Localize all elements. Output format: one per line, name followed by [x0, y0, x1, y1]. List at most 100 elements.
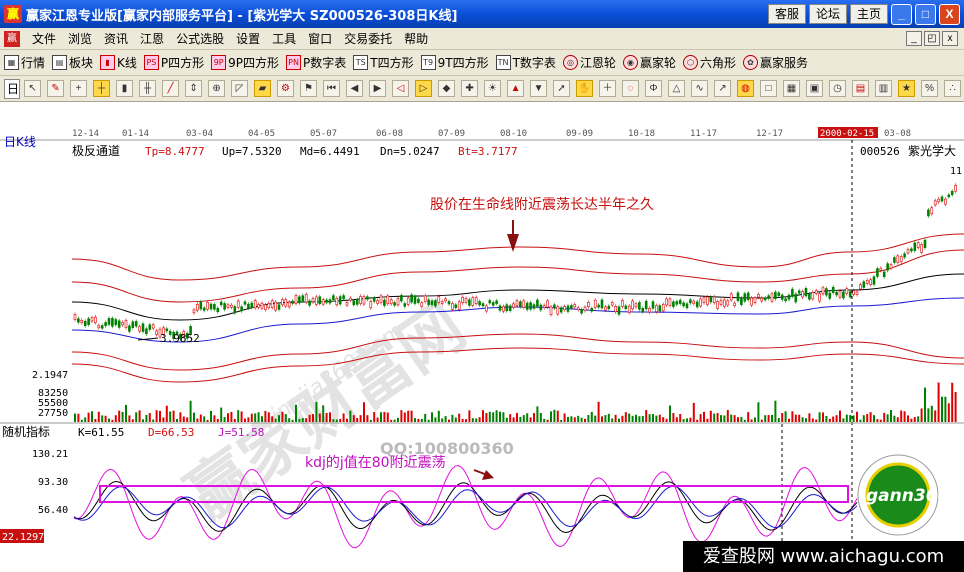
- p-table-button[interactable]: PN P数字表: [286, 54, 346, 71]
- ray-icon[interactable]: ↗: [714, 80, 732, 97]
- 9t-square-button[interactable]: T9 9T四方形: [420, 54, 489, 71]
- mark-icon[interactable]: ⚑: [300, 80, 318, 97]
- left-end-icon[interactable]: ⏮: [323, 80, 341, 97]
- volume-bar: [760, 419, 763, 422]
- winner-service-button[interactable]: ✿ 赢家服务: [742, 54, 808, 71]
- candle-body: [332, 295, 335, 300]
- 9p-square-button[interactable]: 9P 9P四方形: [211, 54, 279, 71]
- menu-help[interactable]: 帮助: [398, 30, 434, 47]
- mdi-minimize-button[interactable]: _: [906, 31, 922, 46]
- pen-icon[interactable]: ✎: [47, 80, 65, 97]
- hand-icon[interactable]: ✋: [576, 80, 594, 97]
- clock-icon[interactable]: ◷: [829, 80, 847, 97]
- volume-bar: [118, 410, 121, 422]
- menu-trade[interactable]: 交易委托: [338, 30, 398, 47]
- p-square-button[interactable]: PS P四方形: [143, 54, 204, 71]
- grid2-icon[interactable]: ▦: [783, 80, 801, 97]
- t-table-button[interactable]: TN T数字表: [495, 54, 556, 71]
- dots-icon[interactable]: ∴: [944, 80, 962, 97]
- volume-bar: [349, 410, 352, 422]
- minimize-button[interactable]: _: [891, 4, 912, 25]
- gann-wheel-button[interactable]: ◎ 江恩轮: [562, 54, 616, 71]
- back-icon[interactable]: ◀: [346, 80, 364, 97]
- wave-icon[interactable]: ∿: [691, 80, 709, 97]
- close-button[interactable]: X: [939, 4, 960, 25]
- cross2-icon[interactable]: ✚: [461, 80, 479, 97]
- candle-body: [777, 292, 781, 296]
- gear-icon[interactable]: ⚙: [277, 80, 295, 97]
- winner-wheel-button[interactable]: ◉ 赢家轮: [622, 54, 676, 71]
- diamond-icon[interactable]: ◆: [438, 80, 456, 97]
- candle-body: [359, 295, 362, 304]
- fib-icon[interactable]: Φ: [645, 80, 663, 97]
- candle-body: [716, 301, 719, 309]
- candle-body: [512, 303, 515, 308]
- customer-service-button[interactable]: 客服: [767, 4, 806, 24]
- mdi-close-button[interactable]: x: [942, 31, 958, 46]
- menu-news[interactable]: 资讯: [98, 30, 134, 47]
- volume-bar: [165, 405, 168, 422]
- table-icon[interactable]: ▥: [875, 80, 893, 97]
- kline-label: K线: [117, 56, 137, 70]
- menu-tools[interactable]: 工具: [266, 30, 302, 47]
- bar-icon[interactable]: ┼: [93, 80, 111, 97]
- menu-browse[interactable]: 浏览: [62, 30, 98, 47]
- pct-icon[interactable]: %: [921, 80, 939, 97]
- star-icon[interactable]: ★: [898, 80, 916, 97]
- menu-formula-select[interactable]: 公式选股: [170, 30, 230, 47]
- left-icon[interactable]: ◁: [392, 80, 410, 97]
- candle-body: [848, 291, 852, 298]
- chart-canvas[interactable]: 12-14 01-14 03-04 04-05 05-07 06-08 07-09 08-10…: [0, 102, 964, 572]
- tower-icon[interactable]: ╫: [139, 80, 157, 97]
- volume-bar: [369, 419, 372, 422]
- volume-bar: [240, 411, 243, 422]
- menu-gann[interactable]: 江恩: [134, 30, 170, 47]
- volume-bar: [420, 418, 423, 422]
- candle-body: [726, 300, 730, 306]
- chart-area[interactable]: 12-14 01-14 03-04 04-05 05-07 06-08 07-09 08-10…: [0, 102, 964, 572]
- down-icon[interactable]: ▼: [530, 80, 548, 97]
- blocks-icon: ▤: [52, 55, 68, 70]
- candle-body: [893, 257, 896, 263]
- candle-body: [672, 301, 675, 307]
- arrow-icon[interactable]: ➚: [553, 80, 571, 97]
- kline-button[interactable]: ▮ K线: [100, 54, 137, 71]
- forum-button[interactable]: 论坛: [808, 4, 847, 24]
- candle-body: [927, 209, 930, 217]
- candle-body: [947, 194, 951, 198]
- period-select[interactable]: 日: [4, 78, 21, 99]
- maximize-button[interactable]: □: [915, 4, 936, 25]
- sector-button[interactable]: ▤ 板块: [52, 54, 93, 71]
- up-icon[interactable]: ▲: [507, 80, 525, 97]
- cross-icon[interactable]: +: [70, 80, 88, 97]
- spiral-icon[interactable]: ◍: [737, 80, 755, 97]
- mdi-restore-button[interactable]: ◰: [924, 31, 940, 46]
- menu-file[interactable]: 文件: [26, 30, 62, 47]
- plus-icon[interactable]: ＋: [599, 80, 617, 97]
- hexagon-button[interactable]: ⬡ 六角形: [682, 54, 736, 71]
- menu-settings[interactable]: 设置: [230, 30, 266, 47]
- quotes-button[interactable]: ▦ 行情: [4, 54, 45, 71]
- line-icon[interactable]: ╱: [162, 80, 180, 97]
- volume-bar: [726, 410, 729, 422]
- calc-icon[interactable]: ▣: [806, 80, 824, 97]
- t-table-label: T数字表: [512, 56, 556, 70]
- up-down-icon[interactable]: ⇕: [185, 80, 203, 97]
- play-icon[interactable]: ▶: [369, 80, 387, 97]
- cycle-icon[interactable]: ◌: [622, 80, 640, 97]
- t-square-button[interactable]: TS T四方形: [353, 54, 414, 71]
- triangle-icon[interactable]: △: [668, 80, 686, 97]
- candle-body: [821, 287, 825, 295]
- box-icon[interactable]: □: [760, 80, 778, 97]
- chart-icon[interactable]: ▤: [852, 80, 870, 97]
- volume-bar: [907, 415, 909, 422]
- fan-icon[interactable]: ◸: [231, 80, 249, 97]
- channel-icon[interactable]: ▰: [254, 80, 272, 97]
- right-icon[interactable]: ▷: [415, 80, 433, 97]
- homepage-button[interactable]: 主页: [849, 4, 888, 24]
- pointer-icon[interactable]: ↖: [24, 80, 42, 97]
- sun-icon[interactable]: ☀: [484, 80, 502, 97]
- menu-window[interactable]: 窗口: [302, 30, 338, 47]
- candle-icon[interactable]: ▮: [116, 80, 134, 97]
- zoom-icon[interactable]: ⊕: [208, 80, 226, 97]
